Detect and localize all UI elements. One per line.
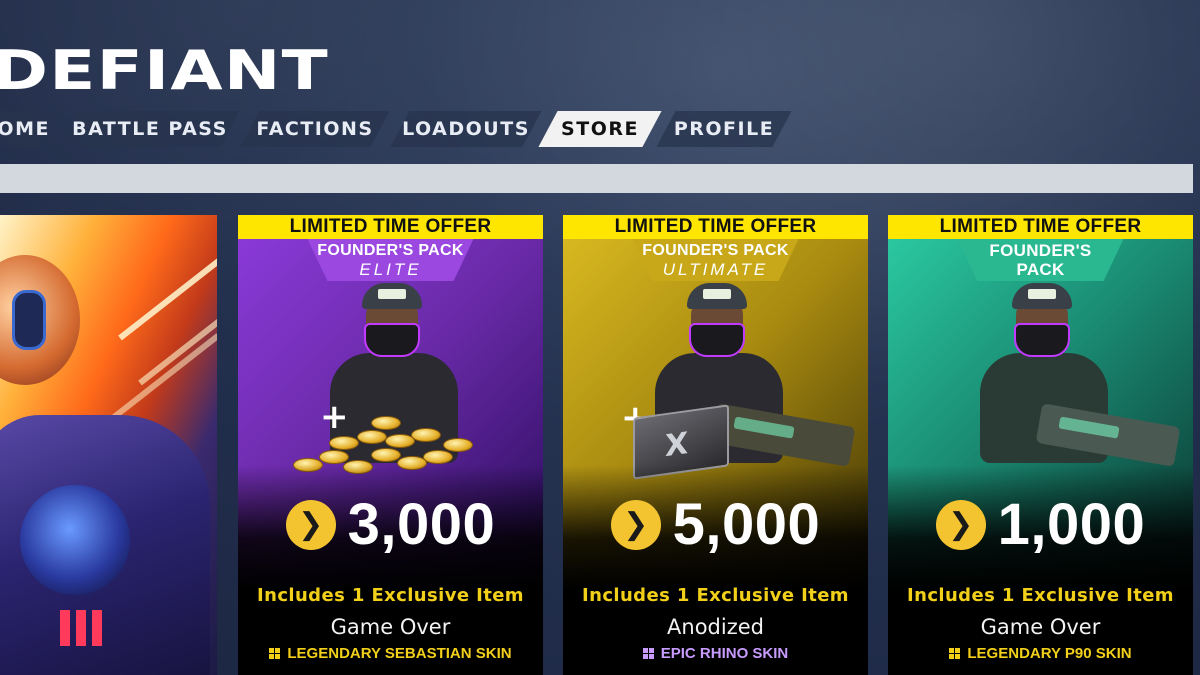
pack-title-tab: FOUNDER'S PACK	[957, 239, 1124, 281]
price: 3,000	[347, 492, 496, 557]
price: 5,000	[672, 492, 821, 557]
nav-tab-label: FACTIONS	[256, 118, 374, 140]
nav-tab-label: LOADOUTS	[402, 118, 530, 140]
price-row: ❯ 1,000	[888, 493, 1193, 557]
includes-text: Includes 1 Exclusive Item	[257, 585, 524, 606]
defiant-coin-icon: ❯	[610, 500, 661, 550]
featured-hero-banner[interactable]	[0, 215, 217, 675]
pack-tier: ULTIMATE	[662, 259, 769, 279]
store-card-founders-ultimate[interactable]: + LIMITED TIME OFFER FOUNDER'S PACK ULTI…	[563, 215, 868, 675]
price-row: ❯ 3,000	[238, 493, 543, 557]
plus-icon: +	[320, 397, 349, 437]
nav-tab-home[interactable]: HOME	[0, 111, 50, 147]
character-visor	[20, 485, 130, 595]
nav-tab-loadouts[interactable]: LOADOUTS	[400, 111, 532, 147]
epic-rarity-icon	[642, 648, 654, 659]
legendary-rarity-icon	[949, 648, 961, 659]
soldier-cap	[687, 283, 747, 309]
decal-stripe	[76, 610, 86, 646]
soldier-cap	[1012, 283, 1072, 309]
nav-tab-factions[interactable]: FACTIONS	[250, 111, 380, 147]
soldier-mask	[364, 323, 420, 357]
pack-tier: ELITE	[359, 259, 422, 279]
nav-tab-label: BATTLE PASS	[72, 118, 228, 140]
pack-title: FOUNDER'S PACK	[317, 241, 464, 259]
soldier-mask	[1014, 323, 1070, 357]
item-name: Anodized	[667, 615, 764, 639]
nav-tab-label: PROFILE	[673, 118, 775, 140]
pack-title: FOUNDER'S	[989, 241, 1092, 260]
nav-tab-label: STORE	[561, 118, 639, 140]
limited-offer-banner: LIMITED TIME OFFER	[238, 215, 543, 239]
price-row: ❯ 5,000	[563, 493, 868, 557]
nav-tab-store[interactable]: STORE	[548, 111, 652, 147]
rarity-line: LEGENDARY SEBASTIAN SKIN	[238, 645, 543, 662]
defiant-coin-icon: ❯	[935, 500, 986, 550]
legendary-rarity-icon	[269, 648, 281, 659]
store-card-founders-elite[interactable]: + LIMITED TIME OFFER FOUNDER'S PACK ELIT…	[238, 215, 543, 675]
rarity-line: LEGENDARY P90 SKIN	[888, 645, 1193, 662]
soldier-mask	[689, 323, 745, 357]
rarity-label: LEGENDARY P90 SKIN	[967, 645, 1132, 662]
nav-tab-battle-pass[interactable]: BATTLE PASS	[70, 111, 230, 147]
defiant-coin-icon: ❯	[285, 500, 336, 550]
limited-offer-banner: LIMITED TIME OFFER	[888, 215, 1193, 239]
light-streak	[118, 249, 217, 341]
nav-tab-profile[interactable]: PROFILE	[666, 111, 782, 147]
rarity-label: EPIC RHINO SKIN	[660, 645, 789, 662]
rarity-line: EPIC RHINO SKIN	[563, 645, 868, 662]
headphone-icon	[12, 290, 46, 350]
decal-stripe	[60, 610, 70, 646]
nav-tab-label: HOME	[0, 118, 50, 140]
game-logo: DEFIANT	[0, 39, 329, 102]
decal-stripe	[92, 610, 102, 646]
pack-title: FOUNDER'S PACK	[642, 241, 789, 259]
pack-title-tab: FOUNDER'S PACK ULTIMATE	[632, 239, 799, 281]
price: 1,000	[997, 492, 1146, 557]
pack-title-tab: FOUNDER'S PACK ELITE	[307, 239, 474, 281]
pack-title-line-2: PACK	[1016, 260, 1065, 279]
soldier-cap	[362, 283, 422, 309]
item-name: Game Over	[330, 615, 451, 639]
includes-text: Includes 1 Exclusive Item	[582, 585, 849, 606]
limited-offer-banner: LIMITED TIME OFFER	[563, 215, 868, 239]
rarity-label: LEGENDARY SEBASTIAN SKIN	[287, 645, 512, 662]
includes-text: Includes 1 Exclusive Item	[907, 585, 1174, 606]
store-card-founders-pack[interactable]: LIMITED TIME OFFER FOUNDER'S PACK ❯ 1,00…	[888, 215, 1193, 675]
item-name: Game Over	[980, 615, 1101, 639]
main-nav: HOME BATTLE PASS FACTIONS LOADOUTS STORE…	[0, 111, 800, 147]
store-subnav-bar[interactable]	[0, 164, 1193, 193]
